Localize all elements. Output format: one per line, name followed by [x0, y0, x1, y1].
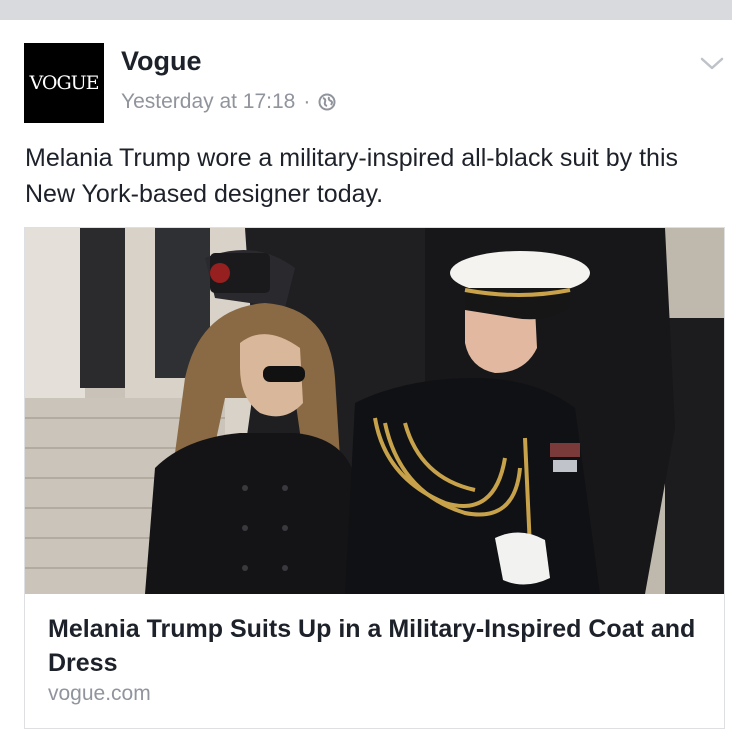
- page-name[interactable]: Vogue: [121, 46, 202, 77]
- page-avatar[interactable]: VOGUE: [24, 43, 104, 123]
- link-preview-body[interactable]: Melania Trump Suits Up in a Military-Ins…: [25, 594, 724, 728]
- chevron-down-icon[interactable]: [700, 56, 724, 72]
- link-title[interactable]: Melania Trump Suits Up in a Military-Ins…: [48, 612, 698, 680]
- link-preview-card[interactable]: Melania Trump Suits Up in a Military-Ins…: [24, 227, 725, 729]
- globe-icon[interactable]: [318, 93, 336, 111]
- feed-post: VOGUE Vogue Yesterday at 17:18 · Melania…: [0, 20, 732, 744]
- link-preview-image[interactable]: [25, 228, 724, 594]
- feed-separator: [0, 0, 732, 20]
- post-caption: Melania Trump wore a military-inspired a…: [25, 144, 679, 208]
- avatar-logo-text: VOGUE: [29, 72, 99, 94]
- post-timestamp[interactable]: Yesterday at 17:18: [121, 90, 295, 114]
- link-domain: vogue.com: [48, 682, 151, 705]
- meta-separator: ·: [303, 90, 311, 113]
- post-meta: Yesterday at 17:18 ·: [121, 90, 336, 114]
